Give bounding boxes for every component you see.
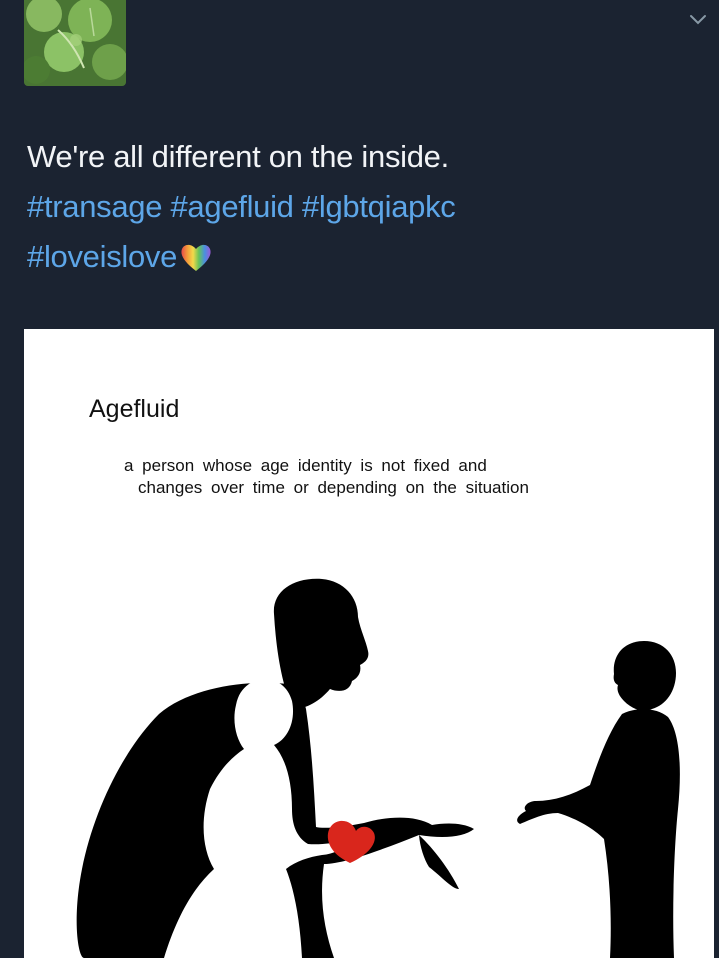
hashtag-line[interactable]: #transage #agefluid #lgbtqiapkc bbox=[27, 182, 707, 232]
tweet-text-line: We're all different on the inside. bbox=[27, 139, 449, 174]
hashtag-loveislove[interactable]: #loveislove bbox=[27, 239, 177, 274]
clover-avatar[interactable] bbox=[24, 0, 126, 86]
adult-hand bbox=[419, 835, 459, 889]
silhouette-illustration bbox=[76, 578, 680, 958]
tweet-text: We're all different on the inside. #tran… bbox=[27, 132, 707, 282]
chevron-down-icon[interactable] bbox=[687, 8, 709, 30]
rainbow-heart-icon bbox=[181, 244, 211, 271]
boy-head bbox=[613, 641, 676, 711]
tweet-card: We're all different on the inside. #tran… bbox=[0, 0, 719, 958]
boy-body bbox=[517, 709, 680, 958]
tweet-media-image[interactable]: Agefluid a person whose age identity is … bbox=[24, 329, 714, 958]
